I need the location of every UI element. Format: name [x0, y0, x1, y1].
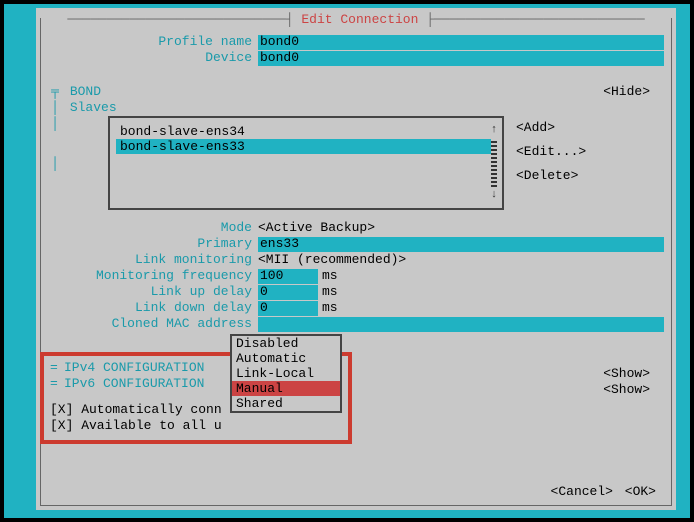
- link-down-delay-input[interactable]: 0: [258, 301, 318, 316]
- ipv4-config-label: IPv4 CONFIGURATION: [64, 360, 204, 376]
- bond-toggle[interactable]: ╤: [48, 84, 62, 100]
- add-button[interactable]: <Add>: [516, 120, 656, 144]
- menu-item-disabled[interactable]: Disabled: [232, 336, 340, 351]
- device-label: Device: [48, 50, 258, 66]
- scrollbar[interactable]: ↑ ↓: [490, 124, 498, 202]
- slaves-label: Slaves: [70, 100, 117, 115]
- menu-item-automatic[interactable]: Automatic: [232, 351, 340, 366]
- monitoring-frequency-input[interactable]: 100: [258, 269, 318, 284]
- ipv6-show-button[interactable]: <Show>: [603, 382, 650, 398]
- delete-button[interactable]: <Delete>: [516, 168, 656, 192]
- ms-unit: ms: [322, 284, 338, 300]
- list-item[interactable]: bond-slave-ens34: [116, 124, 496, 139]
- link-monitoring-label: Link monitoring: [48, 252, 258, 268]
- ok-button[interactable]: <OK>: [625, 484, 656, 499]
- menu-item-shared[interactable]: Shared: [232, 396, 340, 411]
- ipv6-config-label: IPv6 CONFIGURATION: [64, 376, 204, 392]
- dialog-title: Edit Connection: [301, 12, 418, 27]
- profile-name-label: Profile name: [48, 34, 258, 50]
- primary-input[interactable]: ens33: [258, 237, 664, 252]
- bond-hide-button[interactable]: <Hide>: [603, 84, 650, 100]
- slaves-list[interactable]: bond-slave-ens34 bond-slave-ens33 ↑ ↓: [108, 116, 504, 210]
- config-mode-popup[interactable]: Disabled Automatic Link-Local Manual Sha…: [230, 334, 342, 413]
- scroll-down-icon: ↓: [491, 189, 498, 202]
- cloned-mac-label: Cloned MAC address: [48, 316, 258, 332]
- edit-button[interactable]: <Edit...>: [516, 144, 656, 168]
- cancel-button[interactable]: <Cancel>: [551, 484, 613, 499]
- link-up-delay-input[interactable]: 0: [258, 285, 318, 300]
- monitoring-frequency-label: Monitoring frequency: [48, 268, 258, 284]
- link-monitoring-select[interactable]: <MII (recommended)>: [258, 252, 406, 268]
- cloned-mac-input[interactable]: [258, 317, 664, 332]
- ms-unit: ms: [322, 268, 338, 284]
- dialog-title-row: ────────────────────────────┤ Edit Conne…: [38, 12, 674, 28]
- profile-name-input[interactable]: bond0: [258, 35, 664, 50]
- mode-label: Mode: [48, 220, 258, 236]
- link-up-delay-label: Link up delay: [48, 284, 258, 300]
- ipv4-show-button[interactable]: <Show>: [603, 366, 650, 382]
- primary-label: Primary: [48, 236, 258, 252]
- device-input[interactable]: bond0: [258, 51, 664, 66]
- list-item[interactable]: bond-slave-ens33: [116, 139, 496, 154]
- all-users-checkbox[interactable]: [X] Available to all u: [50, 418, 348, 434]
- ms-unit: ms: [322, 300, 338, 316]
- menu-item-link-local[interactable]: Link-Local: [232, 366, 340, 381]
- scroll-up-icon: ↑: [491, 124, 498, 137]
- menu-item-manual[interactable]: Manual: [232, 381, 340, 396]
- mode-select[interactable]: <Active Backup>: [258, 220, 375, 236]
- link-down-delay-label: Link down delay: [48, 300, 258, 316]
- bond-section-label: BOND: [70, 84, 101, 99]
